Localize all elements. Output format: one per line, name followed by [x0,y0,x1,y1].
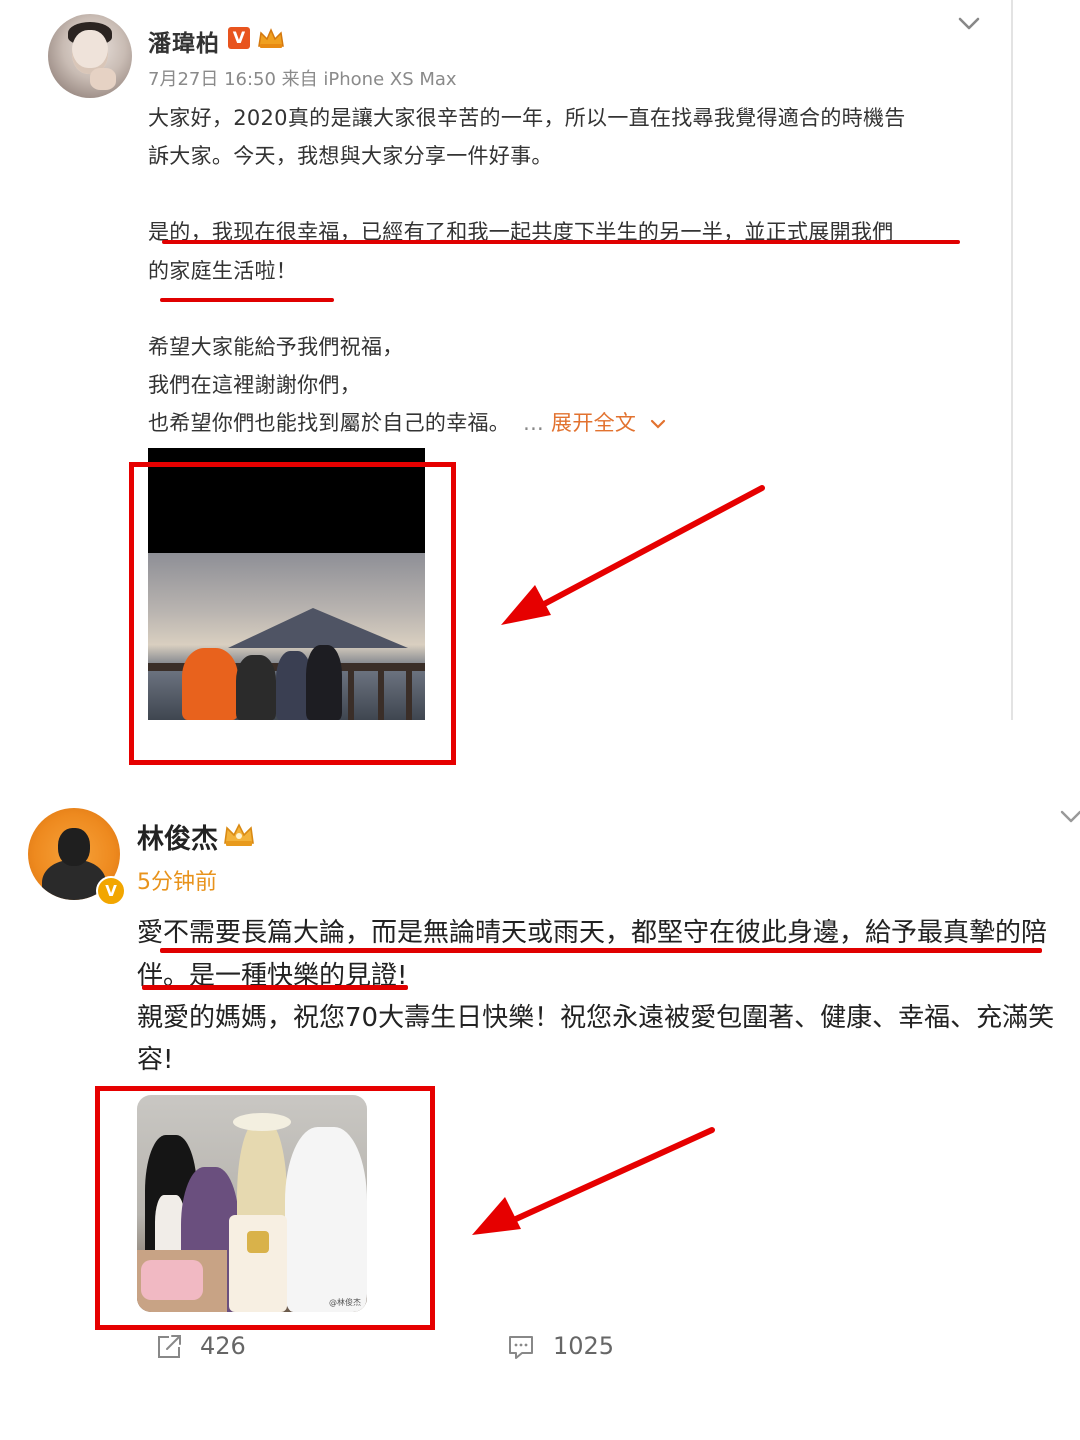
arrow-annotation-icon [472,1127,715,1235]
post1-avatar[interactable] [48,14,132,98]
expand-full-text-link[interactable]: 展开全文 [551,411,636,435]
repost-count[interactable]: 426 [200,1332,246,1360]
post2-line-4: 容! [137,1045,174,1075]
avatar-hand [90,68,116,90]
post1-line-7-text: 也希望你們也能找到屬於自己的幸福。 [148,411,511,435]
chevron-down-icon[interactable] [956,10,982,36]
crown-icon [258,28,284,48]
repost-icon[interactable] [155,1333,183,1361]
post1-line-5: 希望大家能給予我們祝福， [148,335,404,359]
avatar-head [58,828,90,866]
underline-annotation [160,298,334,302]
comment-count[interactable]: 1025 [553,1332,614,1360]
post1-line-6: 我們在這裡謝謝你們， [148,373,361,397]
post1-ellipsis: ... [523,411,545,435]
post1-line-2: 訴大家。今天，我想與大家分享一件好事。 [148,144,553,168]
underline-annotation [162,240,960,244]
comment-icon[interactable] [507,1333,535,1361]
underline-annotation [142,985,408,990]
post1-author-name[interactable]: 潘瑋柏 [148,24,220,58]
post2-author-name[interactable]: 林俊杰 [137,817,218,856]
post1-line-4: 的家庭生活啦！ [148,259,298,283]
chevron-down-icon[interactable] [1058,806,1080,828]
highlight-box-annotation [129,462,456,765]
post2-timestamp: 5分钟前 [137,870,217,895]
post2-line-3: 親愛的媽媽，祝您70大壽生日快樂！祝您永遠被愛包圍著、健康、幸福、充滿笑 [137,1003,1055,1033]
post2-verified-badge: V [96,876,126,906]
post1-divider [1011,0,1013,720]
post1-line-1: 大家好，2020真的是讓大家很辛苦的一年，所以一直在找尋我覺得適合的時機告 [148,106,906,130]
arrow-annotation-icon [501,485,765,625]
post1-verified-badge: V [228,27,250,49]
post2-line-1: 愛不需要長篇大論，而是無論晴天或雨天，都堅守在彼此身邊，給予最真摯的陪 [137,918,1048,948]
highlight-box-annotation [95,1086,435,1330]
expand-chevron-icon[interactable] [649,417,667,431]
underline-annotation [160,948,1042,953]
crown-icon [224,823,254,846]
post1-line-7: 也希望你們也能找到屬於自己的幸福。 ... 展开全文 [148,407,667,437]
post1-meta: 7月27日 16:50 来自 iPhone XS Max [148,69,457,90]
